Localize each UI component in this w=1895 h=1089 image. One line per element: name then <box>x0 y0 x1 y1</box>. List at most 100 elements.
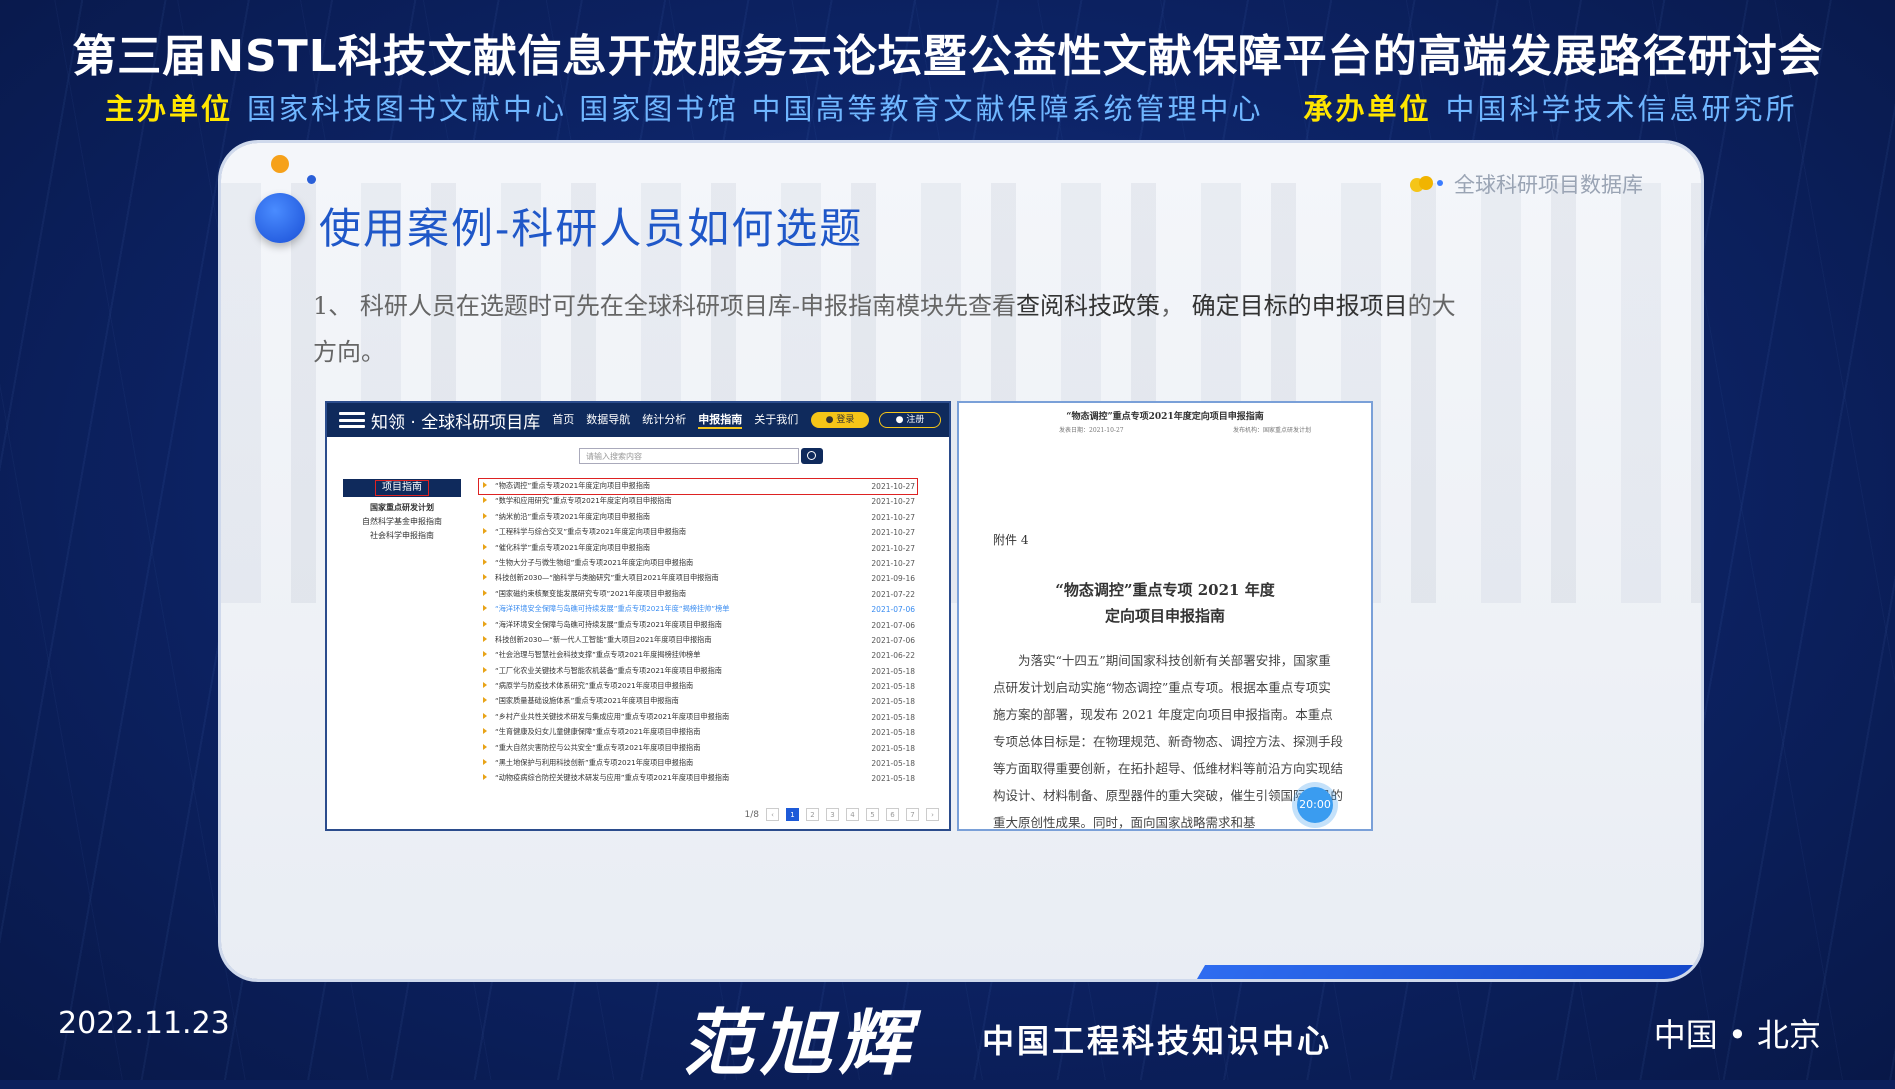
guide-title[interactable]: “工厂化农业关键技术与智能农机装备”重点专项2021年度项目申报指南 <box>495 666 835 676</box>
register-button[interactable]: ● 注册 <box>879 412 941 428</box>
page-button[interactable]: 5 <box>866 808 879 821</box>
sidebar-item[interactable]: 社会科学申报指南 <box>343 529 461 543</box>
nav-data[interactable]: 数据导航 <box>586 411 630 429</box>
guide-date: 2021-05-18 <box>871 759 915 769</box>
guide-row[interactable]: “海洋环境安全保障与岛礁可持续发展”重点专项2021年度“揭榜挂帅”榜单 2021… <box>479 602 917 617</box>
doc-meta: 发表日期：2021-10-27 发布机构：国家重点研发计划 <box>1059 427 1311 434</box>
page-info: 1/8 <box>744 809 759 820</box>
guide-title[interactable]: 科技创新2030—“脑科学与类脑研究”重大项目2021年度项目申报指南 <box>495 573 835 583</box>
guide-date: 2021-10-27 <box>871 497 915 507</box>
guide-date: 2021-09-16 <box>871 574 915 584</box>
guide-row[interactable]: 科技创新2030—“新一代人工智能”重大项目2021年度项目申报指南 2021-0… <box>479 633 917 648</box>
guide-title[interactable]: “乡村产业共性关键技术研发与集成应用”重点专项2021年度项目申报指南 <box>495 712 835 722</box>
guide-title[interactable]: “生育健康及妇女儿童健康保障”重点专项2021年度项目申报指南 <box>495 727 835 737</box>
guide-row[interactable]: “病原学与防疫技术体系研究”重点专项2021年度项目申报指南 2021-05-18 <box>479 679 917 694</box>
guide-row[interactable]: 科技创新2030—“脑科学与类脑研究”重大项目2021年度项目申报指南 2021-… <box>479 571 917 586</box>
guide-row[interactable]: “工厂化农业关键技术与智能农机装备”重点专项2021年度项目申报指南 2021-0… <box>479 664 917 679</box>
guide-date: 2021-10-27 <box>871 528 915 538</box>
guide-row[interactable]: “纳米前沿”重点专项2021年度定向项目申报指南 2021-10-27 <box>479 510 917 525</box>
bullet-icon <box>483 651 487 658</box>
guide-title[interactable]: “国家磁约束核聚变能发展研究专项”2021年度项目申报指南 <box>495 589 835 599</box>
portal-brand: 知领 · 全球科研项目库 <box>371 412 541 433</box>
guide-date: 2021-05-18 <box>871 743 915 753</box>
guide-row[interactable]: “海洋环境安全保障与岛礁可持续发展”重点专项2021年度项目申报指南 2021-0… <box>479 618 917 633</box>
guide-title[interactable]: “生物大分子与微生物组”重点专项2021年度定向项目申报指南 <box>495 558 835 568</box>
portal-search-input[interactable]: 请输入搜索内容 <box>579 448 799 464</box>
guide-row[interactable]: “动物疫病综合防控关键技术研发与应用”重点专项2021年度项目申报指南 2021-… <box>479 771 917 786</box>
sidebar-head[interactable]: 项目指南 <box>343 479 461 497</box>
guide-title[interactable]: “重大自然灾害防控与公共安全”重点专项2021年度项目申报指南 <box>495 743 835 753</box>
search-icon[interactable] <box>801 448 823 464</box>
guide-date: 2021-07-06 <box>871 620 915 630</box>
guide-title[interactable]: “社会治理与智慧社会科技支撑”重点专项2021年度揭榜挂帅榜单 <box>495 650 835 660</box>
nav-guide[interactable]: 申报指南 <box>698 411 743 429</box>
guide-row[interactable]: “工程科学与综合交叉”重点专项2021年度定向项目申报指南 2021-10-27 <box>479 525 917 540</box>
guide-row[interactable]: “催化科学”重点专项2021年度定向项目申报指南 2021-10-27 <box>479 541 917 556</box>
bullet-icon <box>483 497 487 504</box>
page-button[interactable]: ‹ <box>766 808 779 821</box>
sidebar-item[interactable]: 国家重点研发计划 <box>343 501 461 515</box>
highlight-policy: 查阅科技政策 <box>1016 292 1161 320</box>
guide-row[interactable]: “社会治理与智慧社会科技支撑”重点专项2021年度揭榜挂帅榜单 2021-06-2… <box>479 648 917 663</box>
page-button[interactable]: 6 <box>886 808 899 821</box>
guide-row[interactable]: “重大自然灾害防控与公共安全”重点专项2021年度项目申报指南 2021-05-1… <box>479 741 917 756</box>
login-button[interactable]: ● 登录 <box>811 412 869 428</box>
guide-date: 2021-07-06 <box>871 635 915 645</box>
page-button[interactable]: 2 <box>806 808 819 821</box>
guide-title[interactable]: “物态调控”重点专项2021年度定向项目申报指南 <box>495 481 835 491</box>
nav-home[interactable]: 首页 <box>552 411 574 429</box>
timer-badge[interactable]: 20:00 <box>1297 787 1333 823</box>
guide-row[interactable]: “物态调控”重点专项2021年度定向项目申报指南 2021-10-27 <box>478 477 918 496</box>
guide-row[interactable]: “乡村产业共性关键技术研发与集成应用”重点专项2021年度项目申报指南 2021-… <box>479 710 917 725</box>
portal-nav-links: 首页 数据导航 统计分析 申报指南 关于我们 <box>552 411 798 429</box>
guide-row[interactable]: “数学和应用研究”重点专项2021年度定向项目申报指南 2021-10-27 <box>479 494 917 509</box>
page-button[interactable]: 4 <box>846 808 859 821</box>
guide-date: 2021-05-18 <box>871 774 915 784</box>
bullet-icon <box>483 620 487 627</box>
nav-stats[interactable]: 统计分析 <box>642 411 686 429</box>
guide-title[interactable]: “纳米前沿”重点专项2021年度定向项目申报指南 <box>495 512 835 522</box>
page-button[interactable]: 1 <box>786 808 799 821</box>
page-button[interactable]: › <box>926 808 939 821</box>
bullet-icon <box>483 728 487 735</box>
forum-subtitle: 主办单位 国家科技图书文献中心 国家图书馆 中国高等教育文献保障系统管理中心 承办单… <box>105 86 1865 128</box>
guide-date: 2021-05-18 <box>871 666 915 676</box>
title-bullet-icon <box>255 193 305 243</box>
bullet-icon <box>483 574 487 581</box>
doc-subtitle: 定向项目申报指南 <box>1104 607 1225 625</box>
guide-title[interactable]: “工程科学与综合交叉”重点专项2021年度定向项目申报指南 <box>495 527 835 537</box>
bullet-icon <box>483 759 487 766</box>
nav-about[interactable]: 关于我们 <box>754 411 798 429</box>
organizer: 中国科学技术信息研究所 <box>1445 92 1798 126</box>
guide-title[interactable]: “催化科学”重点专项2021年度定向项目申报指南 <box>495 543 835 553</box>
guide-title[interactable]: “海洋环境安全保障与岛礁可持续发展”重点专项2021年度项目申报指南 <box>495 620 835 630</box>
decor-dot-blue <box>307 175 316 184</box>
slide-title: 使用案例-科研人员如何选题 <box>319 204 864 253</box>
speaker-org: 中国工程科技知识中心 <box>982 1022 1333 1060</box>
pagination: 1/8 ‹ 1 2 3 4 5 6 7 › <box>745 808 939 821</box>
guide-title[interactable]: “黑土地保护与利用科技创新”重点专项2021年度项目申报指南 <box>495 758 835 768</box>
cloud-logo-icon <box>1410 174 1444 194</box>
page-button[interactable]: 7 <box>906 808 919 821</box>
guide-title[interactable]: “国家质量基础设施体系”重点专项2021年度项目申报指南 <box>495 696 835 706</box>
guide-row[interactable]: “生育健康及妇女儿童健康保障”重点专项2021年度项目申报指南 2021-05-1… <box>479 725 917 740</box>
guide-row[interactable]: “生物大分子与微生物组”重点专项2021年度定向项目申报指南 2021-10-27 <box>479 556 917 571</box>
page-button[interactable]: 3 <box>826 808 839 821</box>
guide-title[interactable]: “动物疫病综合防控关键技术研发与应用”重点专项2021年度项目申报指南 <box>495 773 835 783</box>
bullet-icon <box>483 512 487 519</box>
guide-row[interactable]: “国家质量基础设施体系”重点专项2021年度项目申报指南 2021-05-18 <box>479 694 917 709</box>
guide-title[interactable]: “数学和应用研究”重点专项2021年度定向项目申报指南 <box>495 496 835 506</box>
slide-stripe <box>1196 965 1701 979</box>
doc-body: 为落实“十四五”期间国家科技创新有关部署安排，国家重点研发计划启动实施“物态调控… <box>993 653 1344 830</box>
bullet-icon <box>483 682 487 689</box>
guide-row[interactable]: “国家磁约束核聚变能发展研究专项”2021年度项目申报指南 2021-07-22 <box>479 587 917 602</box>
guide-title[interactable]: “病原学与防疫技术体系研究”重点专项2021年度项目申报指南 <box>495 681 835 691</box>
guide-title[interactable]: 科技创新2030—“新一代人工智能”重大项目2021年度项目申报指南 <box>495 635 835 645</box>
sidebar-item[interactable]: 自然科学基金申报指南 <box>343 515 461 529</box>
bullet-icon <box>483 528 487 535</box>
event-date: 2022.11.23 <box>58 1006 230 1041</box>
guide-title[interactable]: “海洋环境安全保障与岛礁可持续发展”重点专项2021年度“揭榜挂帅”榜单 <box>495 604 835 614</box>
doc-attachment: 附件 4 <box>993 533 1029 547</box>
guide-list: “物态调控”重点专项2021年度定向项目申报指南 2021-10-27 “数学和应用… <box>478 477 918 787</box>
guide-row[interactable]: “黑土地保护与利用科技创新”重点专项2021年度项目申报指南 2021-05-18 <box>479 756 917 771</box>
